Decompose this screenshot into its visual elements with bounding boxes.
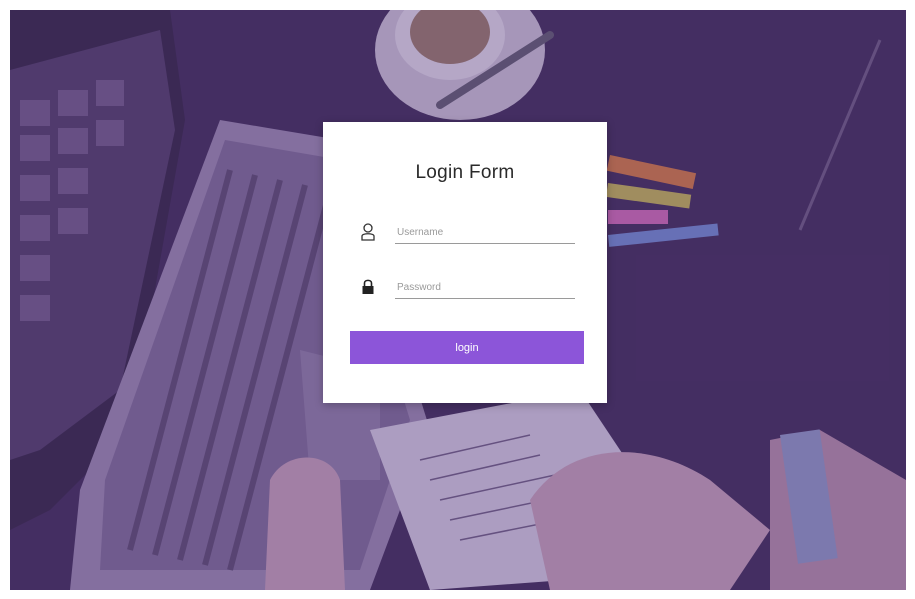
login-button[interactable]: login <box>350 331 584 364</box>
password-field <box>361 272 575 302</box>
user-icon <box>361 223 375 241</box>
page-background: Login Form login <box>10 10 906 590</box>
username-input[interactable] <box>395 221 575 244</box>
login-card: Login Form login <box>323 122 607 403</box>
password-input[interactable] <box>395 276 575 299</box>
username-field <box>361 217 575 247</box>
page-title: Login Form <box>415 162 515 183</box>
lock-icon <box>361 278 375 296</box>
